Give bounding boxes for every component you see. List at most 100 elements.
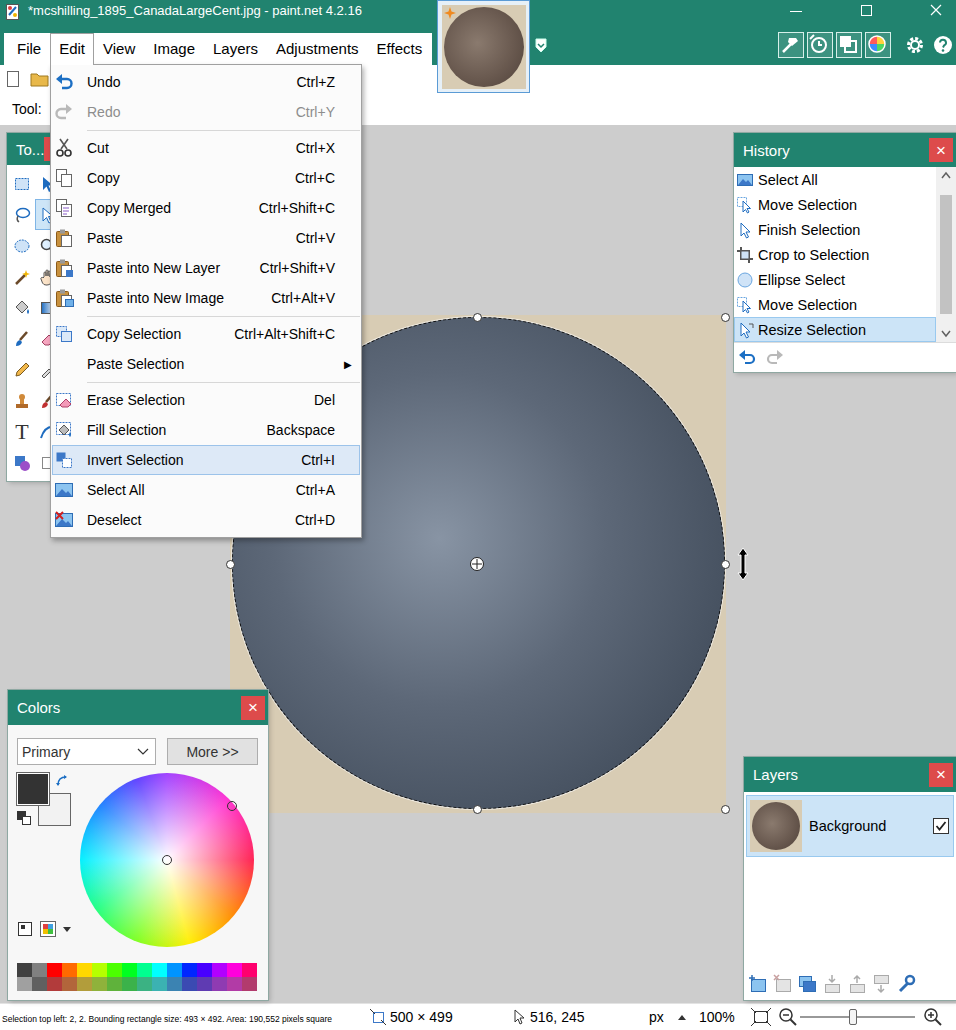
palette-swatch[interactable] xyxy=(137,977,152,991)
palette-dropdown-icon[interactable] xyxy=(62,926,72,934)
tool-icon[interactable] xyxy=(13,175,31,193)
menu-entry[interactable]: Erase SelectionDel xyxy=(52,385,360,415)
maximize-icon[interactable] xyxy=(846,0,886,22)
menu-entry-label[interactable]: Copy Selection xyxy=(87,326,234,342)
menu-entry[interactable]: Invert SelectionCtrl+I xyxy=(52,445,360,475)
layers-toggle-icon[interactable] xyxy=(836,32,862,58)
history-item[interactable]: Select All xyxy=(734,167,936,192)
layer-row[interactable]: Background xyxy=(746,795,954,857)
selection-handle[interactable] xyxy=(226,560,235,569)
history-item[interactable]: Resize Selection xyxy=(734,317,936,342)
palette-colors-icon[interactable] xyxy=(40,921,56,937)
palette-swatch[interactable] xyxy=(107,977,122,991)
history-label[interactable]: Select All xyxy=(758,172,818,188)
menu-item-icon[interactable] xyxy=(54,480,74,500)
palette-swatch[interactable] xyxy=(92,977,107,991)
history-item[interactable]: Ellipse Select xyxy=(734,267,936,292)
image-tab-thumbnail[interactable] xyxy=(437,0,530,93)
menu-item[interactable]: Layers xyxy=(204,33,267,65)
palette-swatch[interactable] xyxy=(182,963,197,977)
add-layer-icon[interactable] xyxy=(748,974,768,994)
palette-swatch[interactable] xyxy=(62,963,77,977)
palette-swatch[interactable] xyxy=(17,963,32,977)
palette-swatch[interactable] xyxy=(242,963,257,977)
palette-swatch[interactable] xyxy=(47,963,62,977)
selection-handle[interactable] xyxy=(473,313,482,322)
history-label[interactable]: Move Selection xyxy=(758,197,857,213)
menu-item-icon[interactable] xyxy=(54,258,74,278)
color-mode-dropdown[interactable]: Primary xyxy=(17,738,156,765)
menu-entry-label[interactable]: Paste xyxy=(87,230,296,246)
palette-swatch[interactable] xyxy=(137,963,152,977)
primary-color-swatch[interactable] xyxy=(17,773,49,805)
menu-entry-label[interactable]: Invert Selection xyxy=(87,452,301,468)
scroll-track[interactable] xyxy=(936,184,956,325)
menu-entry[interactable]: Fill SelectionBackspace xyxy=(52,415,360,445)
tool-button[interactable] xyxy=(9,323,35,354)
menu-entry[interactable]: Copy MergedCtrl+Shift+C xyxy=(52,193,360,223)
history-label[interactable]: Crop to Selection xyxy=(758,247,869,263)
menu-entry-label[interactable]: Cut xyxy=(87,140,296,156)
move-handle-icon[interactable] xyxy=(469,556,485,572)
palette-swatch[interactable] xyxy=(227,977,242,991)
menu-entry[interactable]: UndoCtrl+Z xyxy=(52,67,360,97)
tool-icon[interactable] xyxy=(13,454,31,472)
wheel-marker[interactable] xyxy=(227,801,237,811)
palette-menu-icon[interactable] xyxy=(17,921,33,937)
menu-entry[interactable]: RedoCtrl+Y xyxy=(52,97,360,127)
history-label[interactable]: Move Selection xyxy=(758,297,857,313)
menu-item-icon[interactable] xyxy=(54,288,74,308)
menu-entry-label[interactable]: Paste into New Layer xyxy=(87,260,260,276)
menu-item-icon[interactable] xyxy=(54,450,74,470)
palette-swatch[interactable] xyxy=(122,963,137,977)
menu-item-icon[interactable] xyxy=(54,168,74,188)
menu-entry[interactable]: CutCtrl+X xyxy=(52,133,360,163)
menu-item-icon[interactable] xyxy=(54,324,74,344)
menu-label[interactable]: View xyxy=(103,40,135,57)
history-label[interactable]: Resize Selection xyxy=(758,322,866,338)
tool-icon[interactable] xyxy=(13,206,31,224)
history-label[interactable]: Ellipse Select xyxy=(758,272,845,288)
close-button[interactable]: × xyxy=(929,138,953,162)
menu-entry[interactable]: DeselectCtrl+D xyxy=(52,505,360,535)
text-tool-glyph[interactable]: T xyxy=(15,421,28,443)
menu-item[interactable]: Edit xyxy=(50,33,94,65)
gear-icon[interactable] xyxy=(904,34,926,56)
color-wheel[interactable] xyxy=(80,773,254,947)
menu-entry[interactable]: Paste Selection▶ xyxy=(52,349,360,379)
palette-swatch[interactable] xyxy=(77,977,92,991)
menu-label[interactable]: Effects xyxy=(377,40,423,57)
unit-selector[interactable]: px xyxy=(643,1009,693,1025)
close-glyph[interactable]: × xyxy=(936,766,946,783)
menu-entry-label[interactable]: Redo xyxy=(87,104,296,120)
panel-header[interactable]: Colors× xyxy=(8,690,268,725)
menu-entry-label[interactable]: Fill Selection xyxy=(87,422,267,438)
menu-entry[interactable]: Paste into New ImageCtrl+Alt+V xyxy=(52,283,360,313)
close-button[interactable]: × xyxy=(929,763,953,787)
layer-name[interactable]: Background xyxy=(809,818,886,834)
unit-dropdown-icon[interactable] xyxy=(678,1013,686,1021)
menu-entry[interactable]: PasteCtrl+V xyxy=(52,223,360,253)
tool-icon[interactable] xyxy=(13,268,31,286)
minimize-icon[interactable] xyxy=(776,0,816,22)
submenu-arrow[interactable]: ▶ xyxy=(344,359,352,370)
menu-entry-label[interactable]: Select All xyxy=(87,482,296,498)
history-item[interactable]: Move Selection xyxy=(734,192,936,217)
menu-entry[interactable]: Paste into New LayerCtrl+Shift+V xyxy=(52,253,360,283)
menu-entry-label[interactable]: Erase Selection xyxy=(87,392,314,408)
palette-swatch[interactable] xyxy=(32,963,47,977)
close-button[interactable]: × xyxy=(241,696,265,720)
selection-handle[interactable] xyxy=(473,805,482,814)
menu-entry-label[interactable]: Copy xyxy=(87,170,295,186)
close-glyph[interactable]: × xyxy=(936,142,946,159)
palette-swatch[interactable] xyxy=(197,963,212,977)
menu-item-icon[interactable] xyxy=(54,228,74,248)
palette-swatch[interactable] xyxy=(152,963,167,977)
dropdown-arrow-icon[interactable] xyxy=(137,748,149,756)
tool-icon[interactable] xyxy=(13,237,31,255)
menu-label[interactable]: Image xyxy=(153,40,195,57)
tools-toggle-icon[interactable] xyxy=(778,32,804,58)
swap-colors-icon[interactable] xyxy=(55,774,69,788)
menu-label[interactable]: Edit xyxy=(59,40,85,57)
new-image-icon[interactable] xyxy=(4,70,22,88)
